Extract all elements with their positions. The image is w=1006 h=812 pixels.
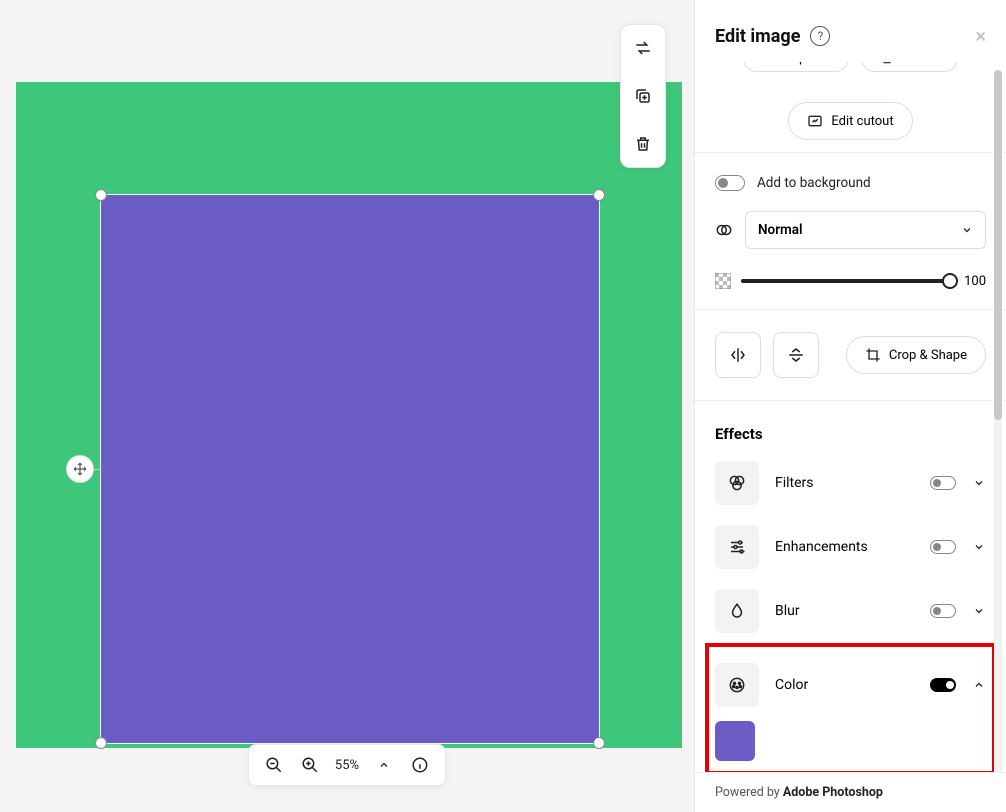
enhancements-label: Enhancements [775,539,914,555]
color-label: Color [775,677,914,693]
footer-prefix: Powered by [715,785,783,800]
add-to-background-label: Add to background [757,175,871,191]
blend-mode-select[interactable]: Normal [745,211,986,249]
crop-shape-button[interactable]: Crop & Shape [846,336,986,374]
effects-section-title: Effects [715,413,986,451]
filters-expand[interactable] [972,477,986,489]
enhancements-icon [715,525,759,569]
opacity-value: 100 [960,274,986,289]
delete-button[interactable]: Delete [861,62,958,72]
opacity-icon [715,273,731,289]
panel-footer: Powered by Adobe Photoshop [695,772,1006,812]
color-icon [715,663,759,707]
replace-arrow-icon [762,62,776,65]
scrollbar-thumb[interactable] [994,70,1002,420]
zoom-level-label: 55% [335,758,359,773]
divider [695,309,1006,310]
divider [695,152,1006,153]
blend-mode-row: Normal [715,201,986,259]
resize-handle-bottom-left[interactable] [95,737,107,749]
panel-scroll-area: Replace Delete Edit cutout Add to backgr… [695,62,1006,772]
edit-image-panel: Edit image ? × Replace Delete Edit cutou… [694,0,1006,812]
zoom-menu-button[interactable] [373,754,395,776]
opacity-row: 100 [715,259,986,297]
color-collapse[interactable] [972,679,986,691]
color-swatch[interactable] [715,721,755,761]
cutout-icon [807,113,823,129]
filters-label: Filters [775,475,914,491]
crop-icon [865,347,881,363]
blur-toggle[interactable] [930,604,956,618]
duplicate-icon[interactable] [628,81,658,111]
enhancements-toggle[interactable] [930,540,956,554]
edit-cutout-label: Edit cutout [831,114,893,129]
image-selection-frame[interactable] [100,194,600,744]
replace-button[interactable]: Replace [743,62,849,72]
move-handle-connector [93,469,101,470]
blur-row: Blur [715,579,986,643]
blend-mode-icon [715,221,733,239]
color-toggle[interactable] [930,678,956,692]
footer-brand: Adobe Photoshop [783,785,883,800]
resize-handle-top-left[interactable] [95,189,107,201]
info-button[interactable] [409,754,431,776]
zoom-in-button[interactable] [299,754,321,776]
image-content [101,195,599,743]
trash-icon [880,62,894,65]
resize-handle-top-right[interactable] [593,189,605,201]
blur-expand[interactable] [972,605,986,617]
color-section-highlight: Color [705,643,996,772]
blend-mode-value: Normal [758,222,803,238]
help-icon[interactable]: ? [810,26,830,46]
transform-row: Crop & Shape [715,322,986,388]
canvas-area: 55% [0,0,694,812]
delete-label: Delete [902,62,939,66]
zoom-bar: 55% [248,744,446,786]
swap-icon[interactable] [628,33,658,63]
filters-row: Filters [715,451,986,515]
panel-header: Edit image ? × [695,0,1006,62]
chevron-down-icon [961,224,973,236]
edit-cutout-button[interactable]: Edit cutout [788,102,912,140]
color-row: Color [715,653,986,717]
filters-icon [715,461,759,505]
divider [695,400,1006,401]
blur-label: Blur [775,603,914,619]
edit-cutout-row: Edit cutout [715,102,986,140]
blur-icon [715,589,759,633]
filters-toggle[interactable] [930,476,956,490]
zoom-out-button[interactable] [263,754,285,776]
close-panel-button[interactable]: × [975,24,986,48]
enhancements-expand[interactable] [972,541,986,553]
delete-icon[interactable] [628,129,658,159]
move-handle[interactable] [66,455,94,483]
replace-delete-row: Replace Delete [715,62,986,90]
add-to-background-row: Add to background [715,165,986,201]
opacity-slider-knob[interactable] [942,273,958,289]
flip-vertical-icon [787,346,805,364]
add-to-background-toggle[interactable] [715,175,745,191]
opacity-slider[interactable] [741,279,950,283]
panel-title: Edit image [715,26,800,47]
enhancements-row: Enhancements [715,515,986,579]
flip-horizontal-button[interactable] [715,332,761,378]
floating-toolbar [620,24,666,168]
flip-vertical-button[interactable] [773,332,819,378]
resize-handle-bottom-right[interactable] [593,737,605,749]
flip-horizontal-icon [729,346,747,364]
replace-label: Replace [784,62,830,66]
crop-shape-label: Crop & Shape [889,348,967,363]
